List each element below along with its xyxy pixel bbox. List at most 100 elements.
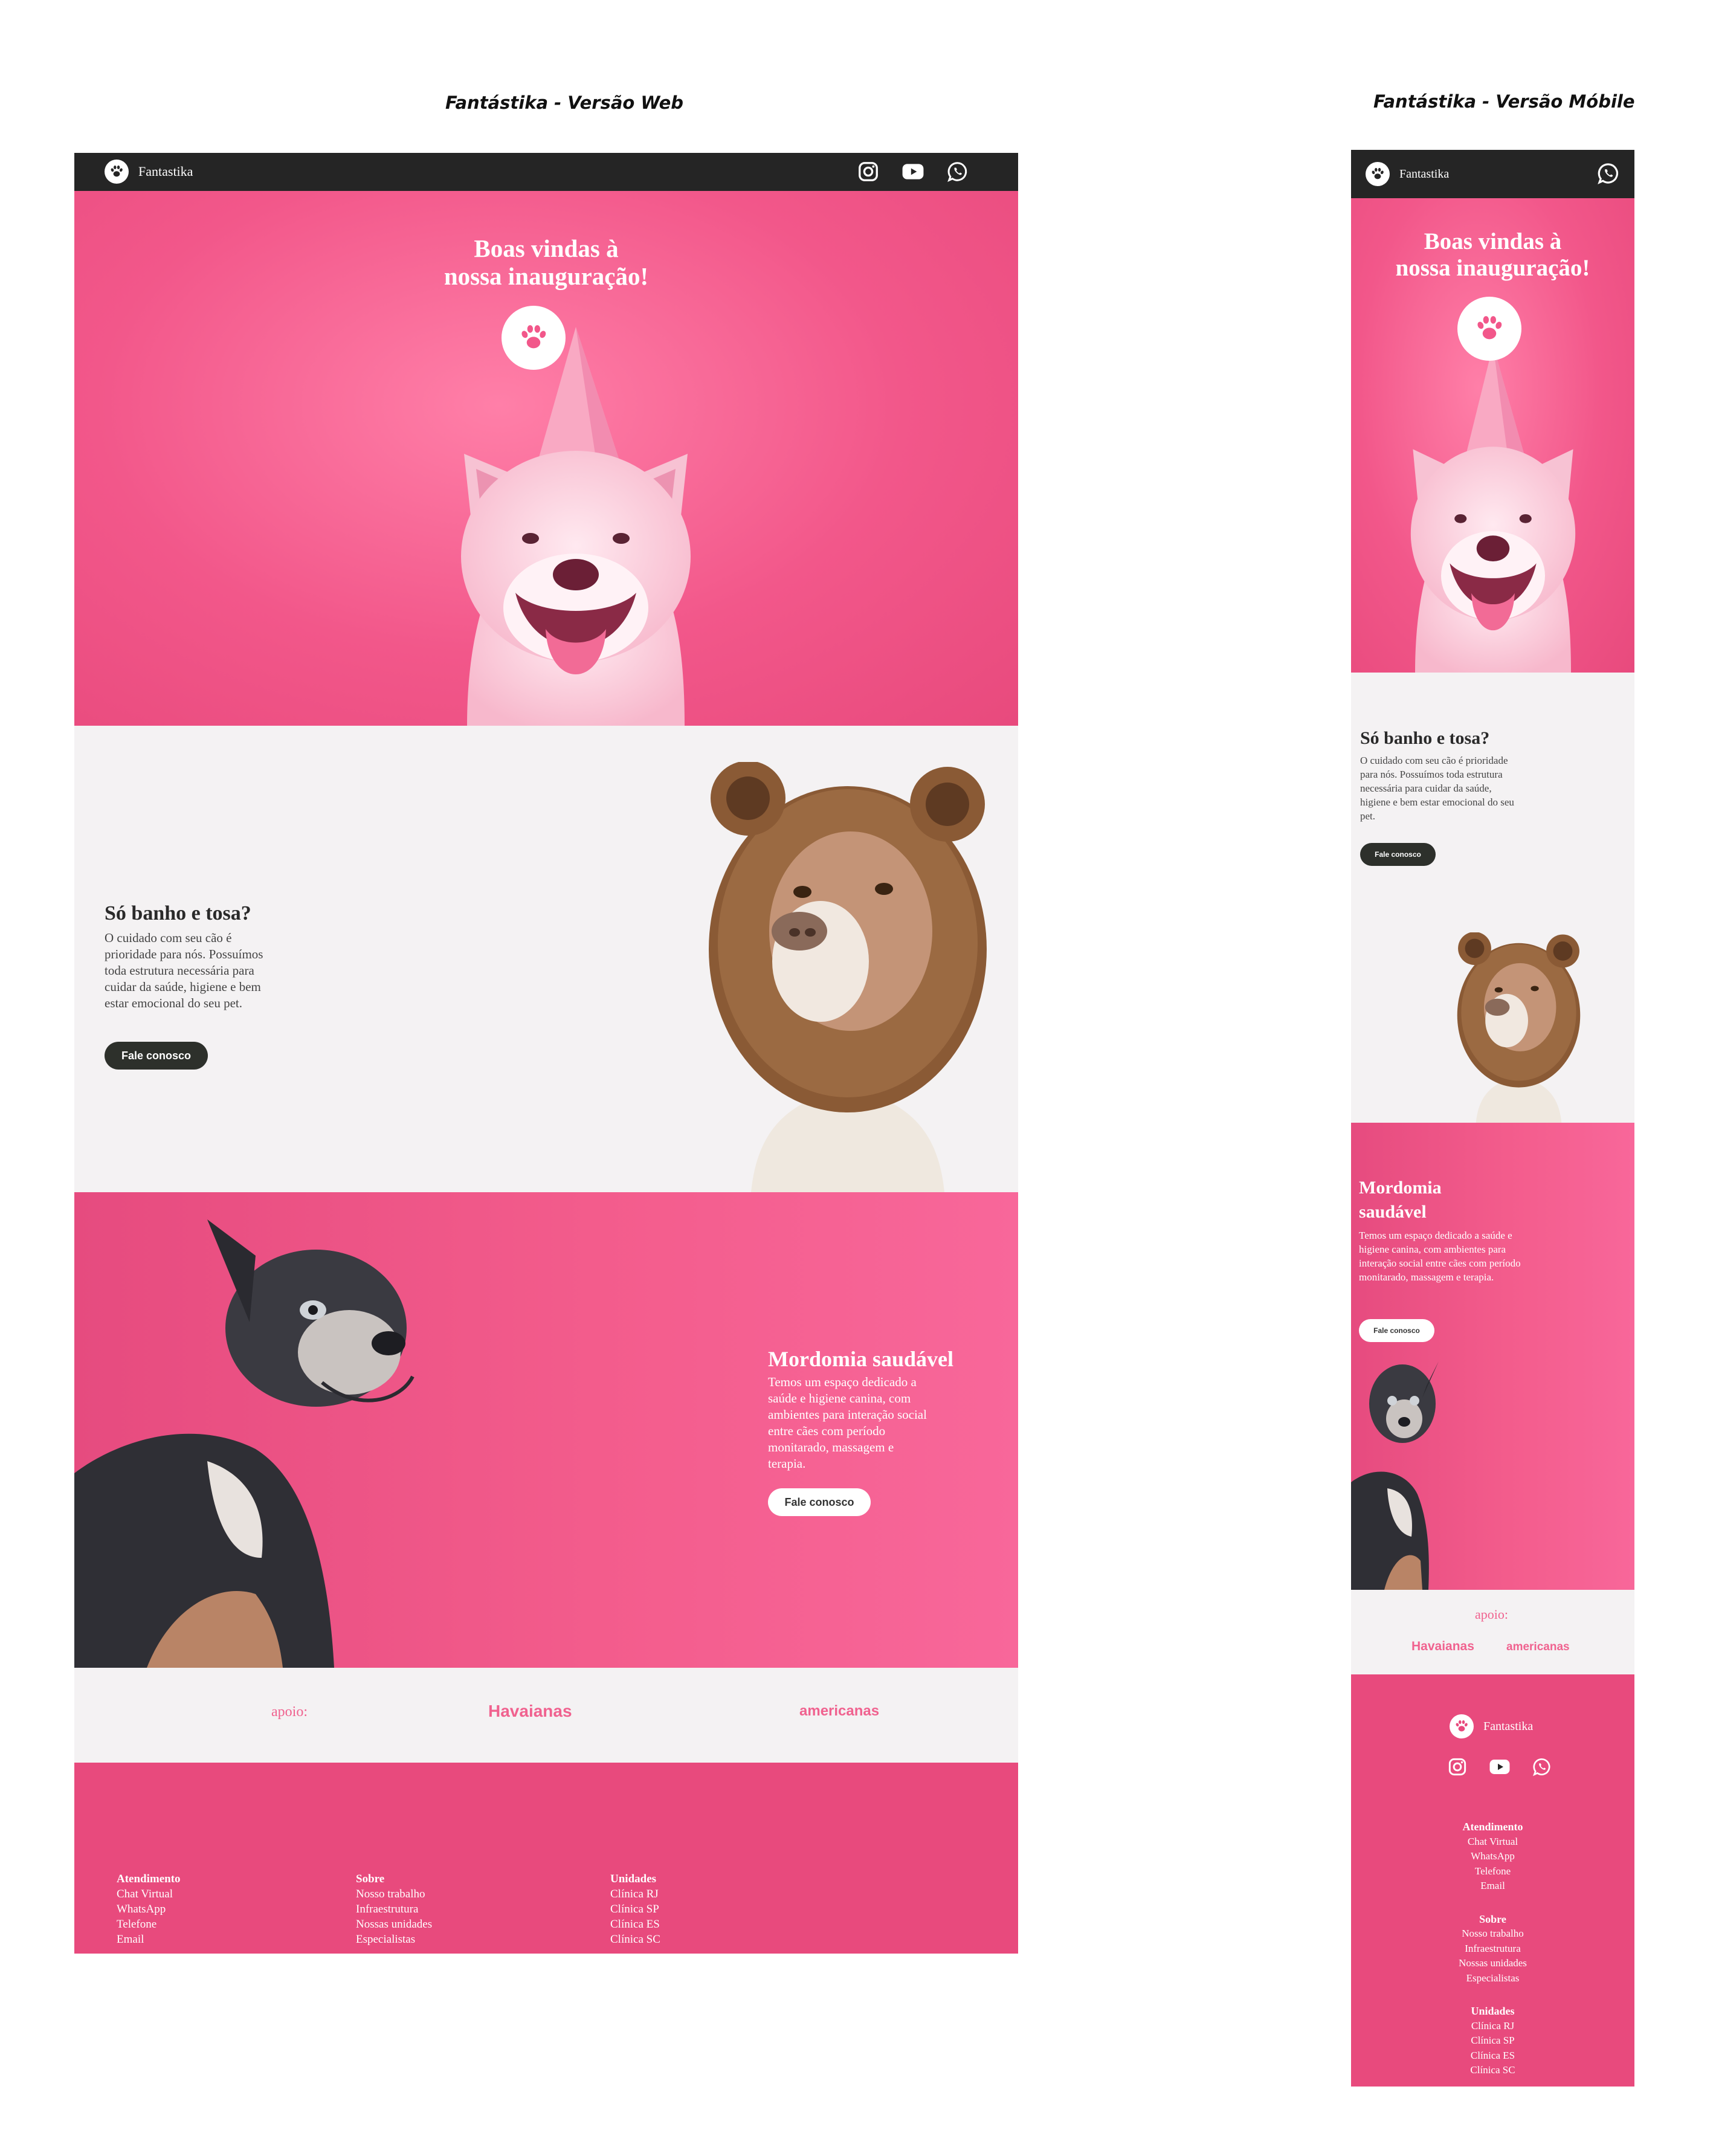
footer-col-title: Sobre [1479, 1912, 1506, 1925]
footer-link[interactable]: Chat Virtual [1351, 1835, 1634, 1850]
bear-hat-dog-illustration [1457, 932, 1581, 1123]
paw-icon [1450, 1714, 1474, 1738]
top-navbar: Fantastika [1351, 150, 1634, 198]
footer-link[interactable]: Email [1351, 1879, 1634, 1894]
grooming-section: Só banho e tosa? O cuidado com seu cão é… [1351, 673, 1634, 1123]
footer-link[interactable]: Telefone [117, 1917, 181, 1932]
footer-link[interactable]: Especialistas [356, 1932, 432, 1947]
chihuahua-illustration [74, 1219, 414, 1668]
social-links [856, 160, 970, 184]
hero-title-line1: Boas vindas à [1424, 228, 1562, 254]
grooming-section: Só banho e tosa? O cuidado com seu cão é… [74, 726, 1018, 1192]
paw-icon [1457, 297, 1521, 361]
party-dog-illustration [1410, 344, 1576, 673]
sponsor-havaianas[interactable]: Havaianas [488, 1702, 572, 1721]
paw-icon [1366, 162, 1390, 186]
support-label: apoio: [271, 1704, 308, 1720]
footer-col-title: Unidades [610, 1873, 657, 1885]
sponsor-americanas[interactable]: americanas [1506, 1641, 1570, 1654]
contact-button[interactable]: Fale conosco [105, 1042, 208, 1070]
footer-link[interactable]: WhatsApp [1351, 1849, 1634, 1864]
wellness-text: Temos um espaço dedicado a saúde e higie… [1359, 1230, 1521, 1283]
hero-title: Boas vindas à nossa inauguração! [1351, 228, 1634, 281]
youtube-icon[interactable] [1488, 1755, 1512, 1779]
footer-link[interactable]: Nosso trabalho [356, 1886, 432, 1902]
wellness-title: Mordomia saudável [1359, 1178, 1442, 1222]
footer: Fantastika Atendimento Chat Virtual What… [1351, 1674, 1634, 2087]
support-section: apoio: Havaianas americanas [74, 1668, 1018, 1763]
hero-section: Boas vindas à nossa inauguração! [74, 191, 1018, 726]
brand[interactable]: Fantastika [1366, 162, 1449, 186]
grooming-text: O cuidado com seu cão é prioridade para … [1360, 755, 1514, 822]
footer-link[interactable]: Nosso trabalho [1351, 1926, 1634, 1941]
footer-col-title: Atendimento [117, 1873, 181, 1885]
footer-link[interactable]: Clínica SC [610, 1932, 660, 1947]
paw-icon [105, 160, 129, 184]
footer-col-title: Sobre [356, 1873, 385, 1885]
hero-title-line1: Boas vindas à [474, 234, 619, 262]
party-dog-illustration [461, 327, 691, 726]
footer-link[interactable]: Infraestrutura [356, 1902, 432, 1917]
wellness-title: Mordomia saudável [768, 1347, 954, 1371]
footer-link[interactable]: Clínica SP [1351, 2033, 1634, 2048]
footer-link[interactable]: Clínica ES [1351, 2048, 1634, 2064]
contact-button[interactable]: Fale conosco [1360, 843, 1436, 866]
brand[interactable]: Fantastika [105, 160, 193, 184]
whatsapp-icon[interactable] [1597, 162, 1620, 185]
whatsapp-icon[interactable] [946, 160, 970, 184]
footer-brand[interactable]: Fantastika [1450, 1714, 1533, 1738]
bear-hat-dog-illustration [709, 762, 987, 1192]
instagram-icon[interactable] [1445, 1755, 1469, 1779]
footer: Atendimento Chat Virtual WhatsApp Telefo… [74, 1763, 1018, 1954]
footer-col-sobre: Sobre Nosso trabalho Infraestrutura Noss… [356, 1871, 432, 1947]
wellness-section: Mordomia saudável Temos um espaço dedica… [1351, 1123, 1634, 1590]
footer-link[interactable]: Email [117, 1932, 181, 1947]
footer-link[interactable]: Clínica SP [610, 1902, 660, 1917]
brand-name: Fantastika [1399, 167, 1450, 181]
footer-col-title: Unidades [1471, 2005, 1515, 2017]
top-navbar: Fantastika [74, 153, 1018, 191]
footer-link[interactable]: Clínica RJ [1351, 2019, 1634, 2034]
contact-button[interactable]: Fale conosco [1359, 1319, 1434, 1342]
grooming-title: Só banho e tosa? [1360, 728, 1490, 748]
footer-link[interactable]: Infraestrutura [1351, 1941, 1634, 1957]
paw-icon [502, 306, 566, 370]
web-version-frame: Fantastika Boas vindas à nossa inauguraç… [74, 153, 1018, 1954]
web-version-caption: Fantástika - Versão Web [445, 92, 683, 113]
footer-link[interactable]: Chat Virtual [117, 1886, 181, 1902]
footer-col-unidades: Unidades Clínica RJ Clínica SP Clínica E… [610, 1871, 660, 1947]
sponsor-americanas[interactable]: americanas [799, 1703, 879, 1720]
footer-link[interactable]: Nossas unidades [1351, 1956, 1634, 1971]
chihuahua-illustration [1351, 1361, 1439, 1590]
footer-link[interactable]: Clínica SC [1351, 2063, 1634, 2078]
wellness-section: Mordomia saudável Temos um espaço dedica… [74, 1192, 1018, 1668]
brand-name: Fantastika [1483, 1719, 1534, 1733]
footer-link[interactable]: Clínica ES [610, 1917, 660, 1932]
footer-link[interactable]: Clínica RJ [610, 1886, 660, 1902]
support-label: apoio: [1475, 1607, 1508, 1622]
social-links [1445, 1755, 1554, 1779]
footer-link[interactable]: Especialistas [1351, 1971, 1634, 1986]
footer-columns: Atendimento Chat Virtual WhatsApp Telefo… [1351, 1819, 1634, 2078]
youtube-icon[interactable] [901, 160, 925, 184]
hero-section: Boas vindas à nossa inauguração! [1351, 198, 1634, 673]
footer-col-title: Atendimento [1462, 1821, 1523, 1833]
hero-title-line2: nossa inauguração! [1395, 254, 1590, 281]
grooming-title: Só banho e tosa? [105, 902, 251, 925]
footer-link[interactable]: Nossas unidades [356, 1917, 432, 1932]
sponsor-havaianas[interactable]: Havaianas [1411, 1639, 1474, 1654]
grooming-text: O cuidado com seu cão é prioridade para … [105, 931, 263, 1010]
brand-name: Fantastika [138, 164, 193, 179]
whatsapp-icon[interactable] [1530, 1755, 1554, 1779]
mobile-version-caption: Fantástika - Versão Móbile [1373, 91, 1635, 112]
mobile-version-frame: Fantastika Boas vindas à nossa inauguraç… [1351, 150, 1634, 2087]
support-section: apoio: Havaianas americanas [1351, 1590, 1634, 1674]
hero-title-line2: nossa inauguração! [444, 262, 649, 290]
footer-col-atendimento: Atendimento Chat Virtual WhatsApp Telefo… [117, 1871, 181, 1947]
hero-title: Boas vindas à nossa inauguração! [74, 234, 1018, 291]
footer-link[interactable]: Telefone [1351, 1864, 1634, 1879]
instagram-icon[interactable] [856, 160, 880, 184]
contact-button[interactable]: Fale conosco [768, 1488, 871, 1516]
footer-link[interactable]: WhatsApp [117, 1902, 181, 1917]
wellness-text: Temos um espaço dedicado a saúde e higie… [768, 1375, 927, 1471]
